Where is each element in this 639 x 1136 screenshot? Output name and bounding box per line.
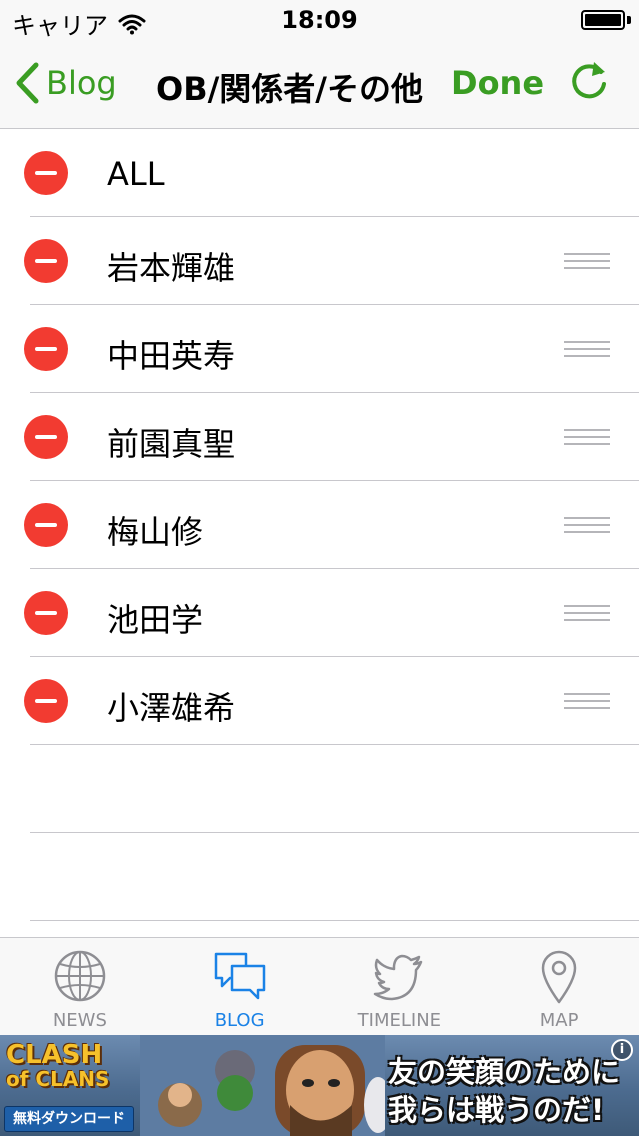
- list-row: 前園真聖: [24, 393, 639, 481]
- ad-banner[interactable]: CLASH of CLANS 無料ダウンロード 友の笑顔のために 我らは戦うのだ…: [0, 1035, 639, 1136]
- list-row: 池田学: [24, 569, 639, 657]
- ad-logo-line2: of CLANS: [6, 1067, 110, 1091]
- delete-button[interactable]: [24, 679, 68, 723]
- list-row: 梅山修: [24, 481, 639, 569]
- screen: キャリア 18:09 Blog OB/関係者/その他 Done ALL 岩本輝雄…: [0, 0, 639, 1136]
- ad-download-button[interactable]: 無料ダウンロード: [4, 1106, 134, 1132]
- navigation-bar: Blog OB/関係者/その他 Done: [0, 40, 639, 129]
- row-label: 池田学: [107, 601, 204, 639]
- chevron-left-icon: [16, 62, 39, 104]
- empty-row: [30, 833, 639, 921]
- back-label: Blog: [46, 64, 117, 102]
- clock: 18:09: [281, 6, 358, 34]
- tab-label: BLOG: [214, 1010, 265, 1031]
- reorder-handle-icon[interactable]: [564, 517, 610, 533]
- map-pin-icon: [541, 950, 577, 1004]
- chat-bubbles-icon: [214, 952, 265, 1000]
- ad-character-illustration: [140, 1035, 385, 1136]
- delete-button[interactable]: [24, 415, 68, 459]
- reorder-handle-icon[interactable]: [564, 429, 610, 445]
- row-label: 梅山修: [107, 513, 204, 551]
- tab-news[interactable]: NEWS: [0, 938, 160, 1036]
- list-row: 中田英寿: [24, 305, 639, 393]
- refresh-icon[interactable]: [566, 58, 612, 104]
- delete-button[interactable]: [24, 591, 68, 635]
- row-label: 岩本輝雄: [107, 249, 236, 287]
- battery-icon: [581, 10, 625, 30]
- row-label: 中田英寿: [107, 337, 236, 375]
- battery-level: [585, 14, 621, 26]
- tab-label: NEWS: [52, 1010, 107, 1031]
- delete-button[interactable]: [24, 327, 68, 371]
- delete-button[interactable]: [24, 503, 68, 547]
- battery-cap: [627, 16, 631, 24]
- category-list: ALL 岩本輝雄 中田英寿 前園真聖 梅山修 池田学 小澤雄希: [0, 129, 639, 921]
- tab-label: MAP: [539, 1010, 579, 1031]
- ad-logo-line1: CLASH: [6, 1040, 103, 1070]
- ad-info-icon[interactable]: i: [611, 1039, 633, 1061]
- list-row: 岩本輝雄: [24, 217, 639, 305]
- status-bar: キャリア 18:09: [0, 0, 639, 40]
- row-label: 前園真聖: [107, 425, 236, 463]
- bird-icon: [374, 954, 423, 1001]
- page-title: OB/関係者/その他: [156, 70, 423, 108]
- ad-headline-line1: 友の笑顔のために: [388, 1055, 621, 1089]
- ad-headline-line2: 我らは戦うのだ!: [388, 1093, 605, 1127]
- done-button[interactable]: Done: [451, 64, 544, 102]
- ad-logo: CLASH of CLANS: [6, 1040, 136, 1101]
- list-row-all: ALL: [24, 129, 639, 217]
- row-label: 小澤雄希: [107, 689, 236, 727]
- tab-timeline[interactable]: TIMELINE: [320, 938, 480, 1036]
- reorder-handle-icon[interactable]: [564, 605, 610, 621]
- reorder-handle-icon[interactable]: [564, 253, 610, 269]
- ad-headline: 友の笑顔のために 我らは戦うのだ!: [388, 1053, 638, 1129]
- back-button[interactable]: Blog: [14, 60, 117, 106]
- list-row: 小澤雄希: [24, 657, 639, 745]
- tab-bar: NEWS BLOG TIMELINE MAP: [0, 937, 639, 1036]
- reorder-handle-icon[interactable]: [564, 341, 610, 357]
- tab-label: TIMELINE: [357, 1010, 442, 1031]
- row-label: ALL: [107, 155, 165, 193]
- delete-button[interactable]: [24, 151, 68, 195]
- empty-row: [30, 745, 639, 833]
- tab-blog[interactable]: BLOG: [160, 938, 320, 1036]
- delete-button[interactable]: [24, 239, 68, 283]
- reorder-handle-icon[interactable]: [564, 693, 610, 709]
- tab-map[interactable]: MAP: [479, 938, 639, 1036]
- globe-icon: [54, 950, 106, 1002]
